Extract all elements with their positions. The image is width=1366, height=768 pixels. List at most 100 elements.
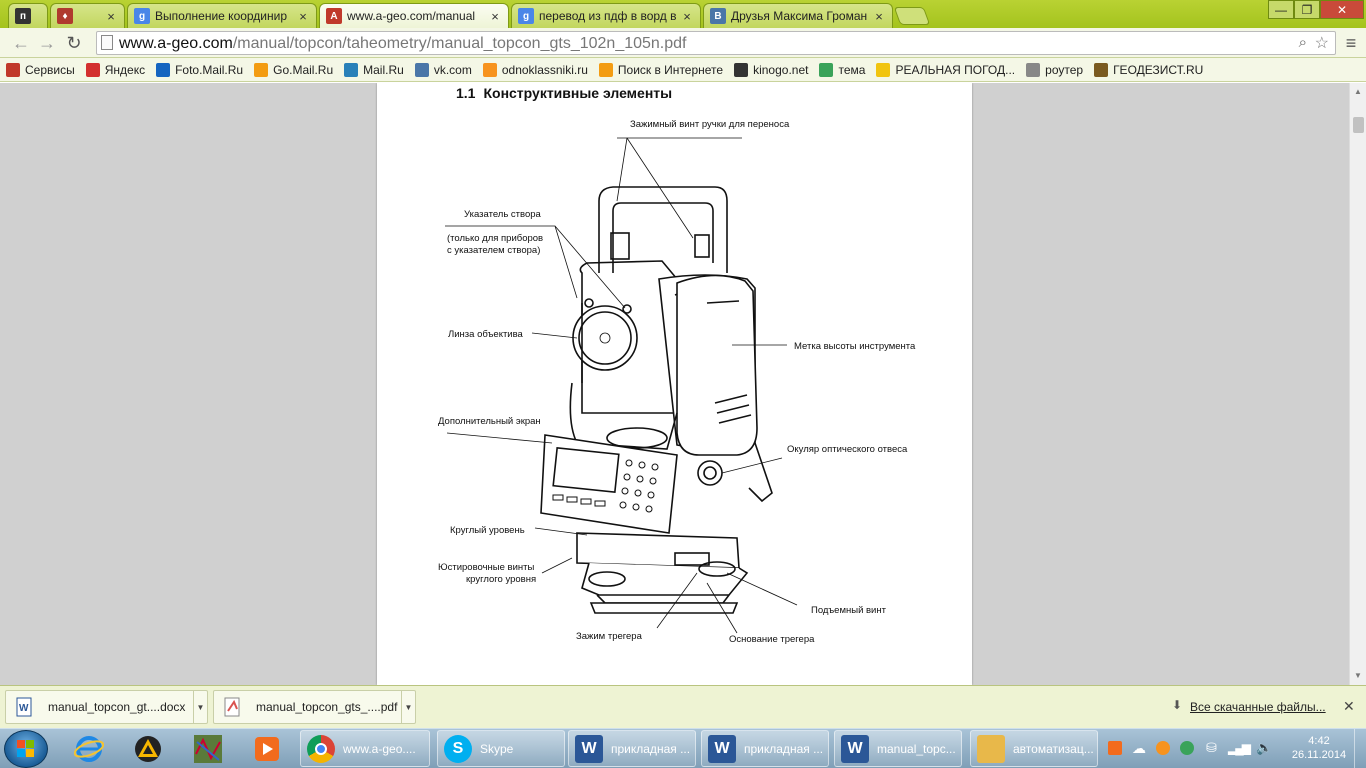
back-icon[interactable]: ← [10, 32, 32, 54]
bookmark-item[interactable]: kinogo.net [734, 62, 809, 77]
close-icon[interactable]: × [872, 9, 886, 24]
taskbar-task-label: manual_topc... [877, 741, 956, 756]
bookmark-label: vk.com [433, 62, 472, 77]
download-arrow-icon: ⬇ [1172, 698, 1183, 712]
taskbar-task[interactable]: www.a-geo.... [300, 730, 430, 767]
scroll-down-icon[interactable]: ▼ [1354, 671, 1362, 680]
chevron-down-icon[interactable]: ▼ [193, 691, 207, 723]
tray-usb-icon[interactable]: ⛁ [1206, 740, 1217, 756]
bookmark-label: Foto.Mail.Ru [175, 62, 244, 77]
window-close-icon[interactable]: ✕ [1320, 0, 1364, 19]
chrome-icon [307, 734, 335, 763]
word-icon: W [575, 734, 603, 763]
download-filename: manual_topcon_gts_....pdf [256, 700, 398, 714]
url-domain: www.a-geo.com [119, 35, 233, 52]
internet-explorer-icon[interactable] [64, 731, 114, 767]
tray-network-share-icon[interactable]: ☁ [1132, 740, 1146, 757]
minimize-icon[interactable]: — [1268, 0, 1294, 19]
bookmark-item[interactable]: Яндекс [85, 62, 145, 77]
bookmark-label: odnoklassniki.ru [501, 62, 588, 77]
reload-icon[interactable]: ↻ [63, 32, 85, 54]
bookmark-item[interactable]: odnoklassniki.ru [482, 62, 588, 77]
maximize-icon[interactable]: ❐ [1294, 0, 1320, 19]
tab-pinned-1[interactable]: п [8, 3, 48, 28]
bookmark-item[interactable]: Foto.Mail.Ru [156, 62, 244, 77]
bookmark-favicon-icon [254, 62, 269, 77]
word-doc-icon: W [16, 697, 32, 717]
star-icon[interactable]: ☆ [1315, 33, 1329, 53]
word-icon: W [841, 734, 869, 763]
tab-pinned-2[interactable]: ♦ × [50, 3, 125, 28]
archicad-icon[interactable] [123, 731, 173, 767]
download-item-pdf[interactable]: manual_topcon_gts_....pdf ▼ [213, 690, 416, 724]
bookmark-favicon-icon [414, 62, 429, 77]
taskbar-task[interactable]: автоматизац... [970, 730, 1098, 767]
label-leveling-screw: Подъемный винт [811, 605, 886, 616]
bookmark-favicon-icon [344, 62, 359, 77]
bookmark-label: kinogo.net [753, 62, 809, 77]
address-bar[interactable]: www.a-geo.com/manual/topcon/taheometry/m… [96, 31, 1336, 55]
label-sight-pointer: Указатель створа [464, 209, 541, 220]
tab-google-2[interactable]: g перевод из пдф в ворд в × [511, 3, 701, 28]
taskbar-task[interactable]: S Skype [437, 730, 565, 767]
bookmark-item[interactable]: Поиск в Интернете [598, 62, 723, 77]
label-plummet-eyepiece: Окуляр оптического отвеса [787, 444, 908, 455]
label-tribrach-base: Основание трегера [729, 634, 815, 645]
svg-text:W: W [19, 703, 29, 714]
search-icon[interactable]: ⌕ [1299, 34, 1307, 51]
bookmark-item[interactable]: тема [819, 62, 865, 77]
windows-logo-icon [17, 740, 34, 757]
download-item-docx[interactable]: W manual_topcon_gt....docx ▼ [5, 690, 208, 724]
bookmark-item[interactable]: роутер [1026, 62, 1083, 77]
bookmark-label: РЕАЛЬНАЯ ПОГОД... [895, 62, 1016, 77]
section-number: 1.1 [456, 85, 476, 101]
forward-icon[interactable]: → [36, 32, 58, 54]
new-tab-button[interactable] [893, 7, 931, 25]
url-path: /manual/topcon/taheometry/manual_topcon_… [232, 35, 687, 52]
map-app-icon[interactable] [183, 731, 233, 767]
chevron-down-icon[interactable]: ▼ [401, 691, 415, 723]
tray-security-icon[interactable] [1180, 741, 1194, 755]
clock-date: 26.11.2014 [1291, 749, 1347, 761]
taskbar-task[interactable]: Wприкладная ... [568, 730, 696, 767]
tray-app-icon[interactable] [1108, 741, 1122, 755]
bookmark-favicon-icon [734, 62, 749, 77]
media-player-icon[interactable] [242, 731, 292, 767]
show-desktop-button[interactable] [1354, 729, 1366, 768]
label-tribrach-clamp: Зажим трегера [576, 631, 642, 642]
close-icon[interactable]: × [296, 9, 310, 24]
close-icon[interactable]: × [104, 9, 118, 24]
start-button[interactable] [4, 730, 48, 768]
tab-vk[interactable]: B Друзья Максима Громан × [703, 3, 893, 28]
bookmark-item[interactable]: Mail.Ru [344, 62, 404, 77]
close-icon[interactable]: × [680, 9, 694, 24]
scrollbar-thumb[interactable] [1353, 117, 1364, 133]
tab-ageo-active[interactable]: A www.a-geo.com/manual × [319, 3, 509, 28]
bookmark-item[interactable]: РЕАЛЬНАЯ ПОГОД... [876, 62, 1016, 77]
bookmark-item[interactable]: ГЕОДЕЗИСТ.RU [1094, 62, 1203, 77]
taskbar-task-label: автоматизац... [1013, 741, 1094, 756]
label-sight-note-1: (только для приборов [447, 233, 544, 244]
tray-volume-icon[interactable]: 🔈 [1256, 740, 1272, 756]
bookmark-item[interactable]: vk.com [414, 62, 472, 77]
bookmark-item[interactable]: Сервисы [6, 62, 75, 77]
bookmark-favicon-icon [482, 62, 497, 77]
clock[interactable]: 4:42 26.11.2014 [1290, 734, 1348, 762]
tab-google-1[interactable]: g Выполнение координир × [127, 3, 317, 28]
close-icon[interactable]: × [488, 9, 502, 24]
pdf-viewer: 1.1 Конструктивные элементы Зажимный винт… [0, 83, 1349, 685]
menu-icon[interactable]: ≡ [1340, 32, 1362, 54]
show-all-downloads-link[interactable]: Все скачанные файлы... [1190, 700, 1326, 714]
label-extra-display: Дополнительный экран [438, 416, 541, 427]
tray-signal-icon[interactable]: ▂▄▆ [1228, 741, 1251, 755]
taskbar-task[interactable]: Wmanual_topc... [834, 730, 962, 767]
vertical-scrollbar[interactable]: ▲ ▼ [1349, 83, 1366, 685]
shield-icon: ♦ [57, 8, 73, 24]
bookmark-favicon-icon [1026, 62, 1041, 77]
scroll-up-icon[interactable]: ▲ [1354, 87, 1362, 96]
label-handle-screw: Зажимный винт ручки для переноса [630, 119, 790, 130]
taskbar-task[interactable]: Wприкладная ... [701, 730, 829, 767]
tray-odnoklassniki-icon[interactable] [1156, 741, 1170, 755]
bookmark-item[interactable]: Go.Mail.Ru [254, 62, 333, 77]
close-icon[interactable]: ✕ [1343, 698, 1355, 715]
